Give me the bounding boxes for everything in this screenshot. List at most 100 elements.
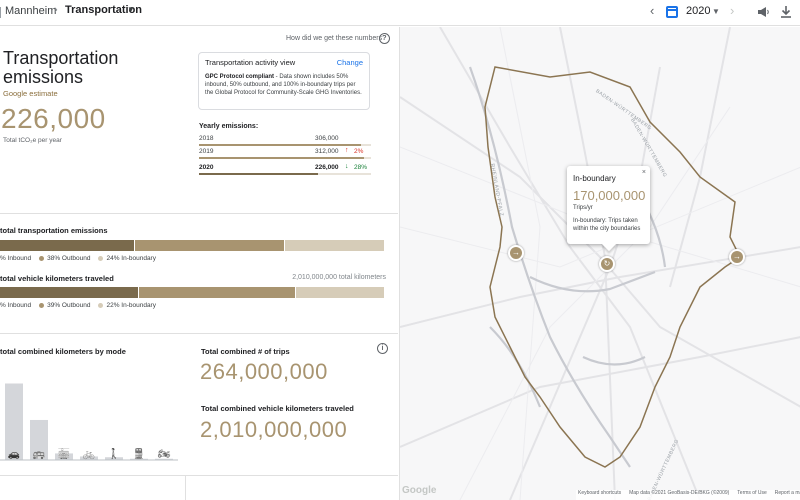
yearly-bar [199,144,361,146]
previous-year-button[interactable]: ‹ [650,3,654,18]
report-map-error-link[interactable]: Report a map error [775,490,800,500]
in-boundary-popup: × In-boundary 170,000,000 Trips/yr In-bo… [567,166,650,244]
legend-item: % Inbound [0,302,31,309]
vkt-total-label: 2,010,000,000 total kilometers [292,274,386,281]
popup-value: 170,000,000 [573,188,646,203]
google-logo: Google [402,485,437,496]
methodology-link[interactable]: How did we get these numbers? [286,35,386,42]
legend-item: 22% In-boundary [98,302,156,309]
announcement-icon[interactable] [756,5,770,19]
section-divider [0,333,398,334]
breadcrumb-edge [0,7,1,18]
top-bar: Mannheim › Transportation ▼ ‹ 2020 ▼ › [0,0,800,26]
walk-icon: 🚶 [107,449,121,460]
legend-dot [39,256,45,261]
emissions-split-bar[interactable] [0,240,385,251]
close-icon[interactable]: × [642,169,646,176]
stack-segment[interactable] [138,287,296,298]
vkt-split-label: total vehicle kilometers traveled [0,274,114,283]
legend-item: 38% Outbound [39,255,90,262]
stack-segment[interactable] [284,240,384,251]
column-divider [185,475,186,500]
page-title: Transportation emissions [3,48,119,87]
yearly-bar [199,157,365,159]
legend-dot [98,256,104,261]
left-panel: How did we get these numbers? ? Transpor… [0,27,398,500]
year-select[interactable]: 2020 [686,5,710,17]
yearly-row-2020: 2020 226,000 ↓ 28% [199,163,371,178]
total-vkt-value: 2,010,000,000 [200,417,348,442]
map-data-attribution: Map data ©2021 GeoBasis-DE/BKG (©2009) [629,490,730,496]
popup-title: In-boundary [573,174,616,183]
yearly-change: 2% [354,148,364,155]
estimate-label: Google estimate [3,89,58,98]
yearly-value: 226,000 [315,164,339,171]
motorcycle-icon: 🏍 [157,449,171,460]
chevron-down-icon[interactable]: ▼ [127,5,135,14]
mode-bar-chart [0,383,178,461]
vkt-split-legend: % Inbound 39% Outbound 22% In-boundary [0,302,156,309]
legend-dot [98,303,104,308]
yearly-change: 28% [354,164,368,171]
total-emissions-unit: Total tCO₂e per year [3,137,62,144]
yearly-value: 306,000 [315,135,339,142]
mode-chart-title: total combined kilometers by mode [0,347,126,356]
total-emissions-value: 226,000 [1,103,106,134]
bus-icon: 🚌 [32,449,46,460]
total-trips-value: 264,000,000 [200,359,328,384]
yearly-emissions-label: Yearly emissions: [199,123,259,130]
emissions-split-label: total transportation emissions [0,226,108,235]
vkt-split-bar[interactable] [0,287,385,298]
change-activity-view-button[interactable]: Change [337,58,363,67]
total-trips-label: Total combined # of trips [201,347,290,356]
inbound-marker[interactable]: → [508,245,524,261]
activity-view-body-bold: GPC Protocol compliant [205,74,275,80]
in-boundary-marker[interactable]: ↻ [599,256,615,272]
download-icon[interactable] [779,5,793,19]
total-vkt-label: Total combined vehicle kilometers travel… [201,404,354,413]
yearly-value: 312,000 [315,148,339,155]
keyboard-shortcuts-link[interactable]: Keyboard shortcuts [578,490,621,500]
legend-label: 39% Outbound [47,302,91,309]
arrow-down-icon: ↓ [345,163,349,170]
calendar-icon [666,6,678,18]
section-divider [0,475,398,476]
year-dropdown-icon[interactable]: ▼ [712,7,720,16]
outbound-marker[interactable]: → [729,249,745,265]
legend-label: 38% Outbound [47,255,91,262]
help-icon[interactable]: ? [379,33,390,44]
yearly-row-2019: 2019 312,000 ↑ 2% [199,147,371,162]
popup-unit: Trips/yr [573,205,593,211]
yearly-year: 2019 [199,148,214,155]
info-icon[interactable]: i [377,343,388,354]
terms-of-use-link[interactable]: Terms of Use [737,490,766,500]
activity-view-description: GPC Protocol compliant - Data shown incl… [205,73,363,97]
yearly-year: 2018 [199,135,214,142]
breadcrumb-separator: › [54,4,58,16]
stack-segment[interactable] [134,240,284,251]
popup-description: In-boundary: Trips taken within the city… [573,218,641,232]
legend-dot [39,303,45,308]
legend-label: 22% In-boundary [106,302,156,309]
train-icon: 🚆 [132,449,146,460]
stack-segment[interactable] [0,240,134,251]
activity-view-card: Transportation activity view Change GPC … [198,52,370,110]
legend-item: 39% Outbound [39,302,90,309]
legend-label: % Inbound [0,255,32,262]
next-year-button[interactable]: › [730,3,734,18]
map-view[interactable]: BADEN-WÜRTTEMBERG BADEN-WÜRTTEMBERG RHEI… [399,27,800,500]
stack-segment[interactable] [0,287,138,298]
legend-label: 24% In-boundary [106,255,156,262]
section-divider [0,213,398,214]
yearly-year: 2020 [199,164,214,171]
stack-segment[interactable] [296,287,384,298]
legend-item: % Inbound [0,255,31,262]
map-attribution: Keyboard shortcuts Map data ©2021 GeoBas… [576,490,800,500]
breadcrumb-city[interactable]: Mannheim [5,5,56,17]
tram-icon: 🚋 [57,449,71,460]
yearly-bar [199,173,318,175]
bicycle-icon: 🚲 [82,449,96,460]
car-icon: 🚗 [7,449,21,460]
arrow-up-icon: ↑ [345,147,349,154]
emissions-split-legend: % Inbound 38% Outbound 24% In-boundary [0,255,156,262]
